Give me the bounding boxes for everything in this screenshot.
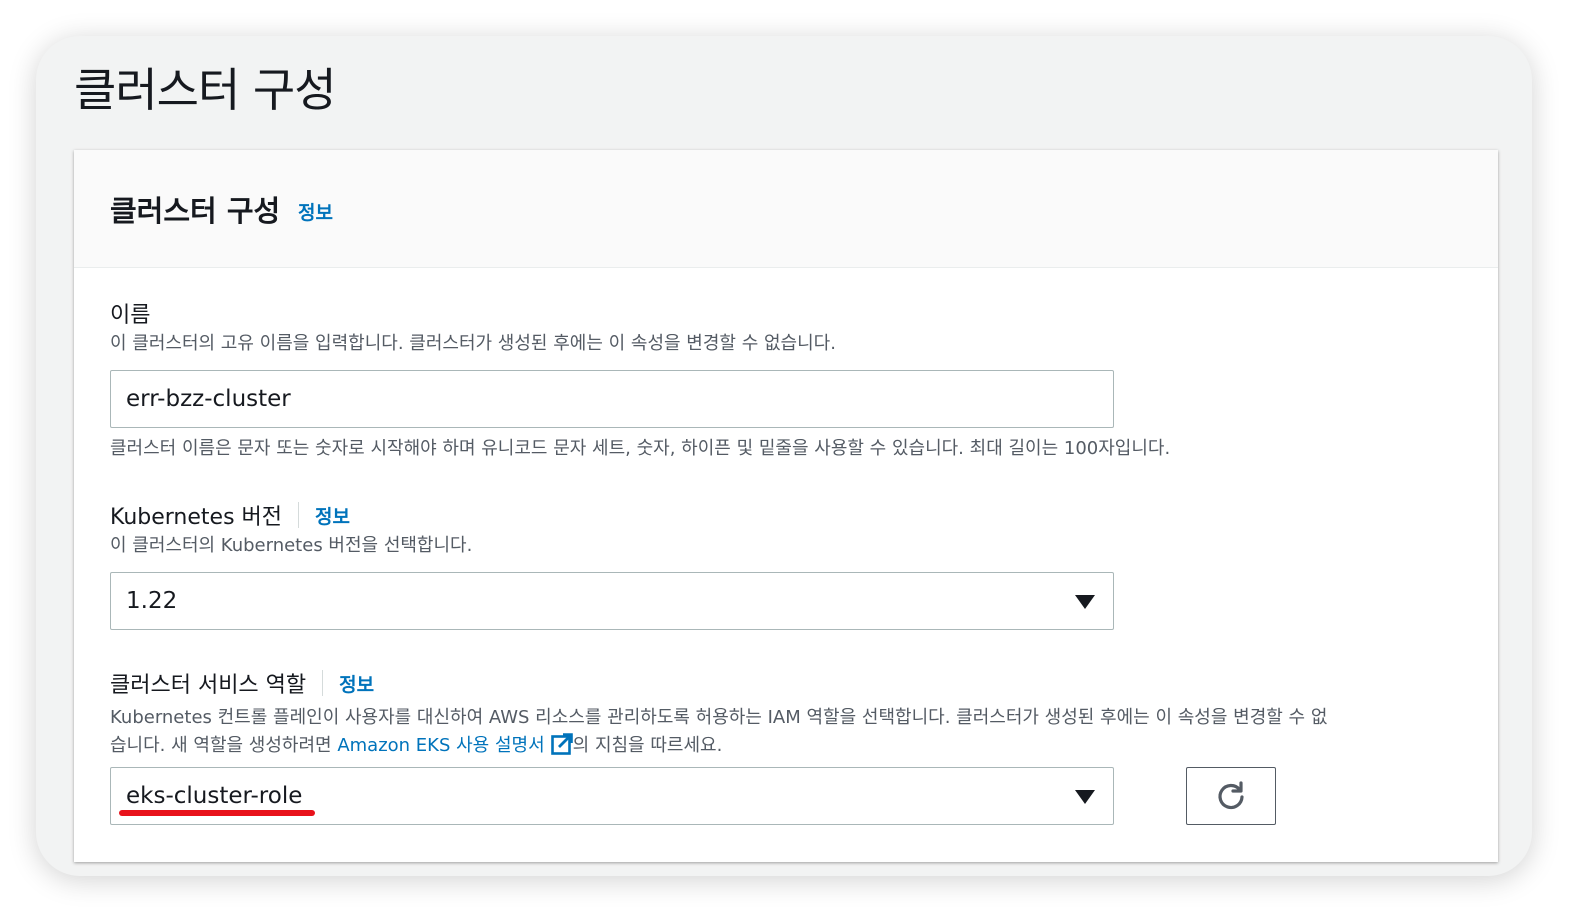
label-divider — [322, 670, 324, 696]
name-constraint: 클러스터 이름은 문자 또는 숫자로 시작해야 하며 유니코드 문자 세트, 숫… — [110, 438, 1171, 459]
version-field: Kubernetes 버전 정보 이 클러스터의 Kubernetes 버전을 … — [110, 500, 472, 560]
name-label: 이름 — [110, 303, 151, 328]
version-select[interactable]: 1.22 — [110, 572, 1114, 630]
role-select[interactable]: eks-cluster-role — [110, 767, 1114, 825]
refresh-icon — [1218, 781, 1244, 810]
panel-title: 클러스터 구성 — [110, 194, 281, 228]
name-input-wrapper: err-bzz-cluster — [110, 370, 1114, 428]
version-select-value: 1.22 — [126, 588, 178, 614]
name-input[interactable]: err-bzz-cluster — [110, 370, 1114, 428]
role-field: 클러스터 서비스 역할 정보 Kubernetes 컨트롤 플레인이 사용자를 … — [110, 668, 1470, 760]
version-description: 이 클러스터의 Kubernetes 버전을 선택합니다. — [110, 535, 473, 556]
role-description: Kubernetes 컨트롤 플레인이 사용자를 대신하여 AWS 리소스를 관… — [110, 704, 1470, 760]
caret-down-icon — [1075, 790, 1095, 804]
eks-user-guide-link[interactable]: Amazon EKS 사용 설명서 — [337, 735, 544, 756]
role-label: 클러스터 서비스 역할 — [110, 673, 307, 698]
role-description-line2: 습니다. 새 역할을 생성하려면 Amazon EKS 사용 설명서 의 지침을 … — [110, 732, 1470, 760]
name-field: 이름 이 클러스터의 고유 이름을 입력합니다. 클러스터가 생성된 후에는 이… — [110, 298, 836, 358]
caret-down-icon — [1075, 595, 1095, 609]
role-description-suffix: 의 지침을 따르세요. — [572, 735, 723, 756]
role-select-wrapper: eks-cluster-role — [110, 767, 1310, 827]
refresh-button[interactable] — [1186, 767, 1276, 825]
version-select-wrapper: 1.22 — [110, 572, 1114, 630]
label-divider — [298, 502, 300, 528]
panel-info-link[interactable]: 정보 — [298, 198, 333, 225]
window-frame: 클러스터 구성 클러스터 구성 정보 이름 이 클러스터의 고유 이름을 입력합… — [36, 36, 1532, 876]
name-input-value: err-bzz-cluster — [126, 386, 291, 412]
red-underline-annotation — [119, 810, 315, 816]
role-info-link[interactable]: 정보 — [339, 670, 374, 697]
role-description-line1: Kubernetes 컨트롤 플레인이 사용자를 대신하여 AWS 리소스를 관… — [110, 707, 1328, 728]
version-label: Kubernetes 버전 — [110, 505, 283, 530]
version-info-link[interactable]: 정보 — [315, 502, 350, 529]
cluster-config-panel: 클러스터 구성 정보 이름 이 클러스터의 고유 이름을 입력합니다. 클러스터… — [74, 150, 1498, 862]
name-description: 이 클러스터의 고유 이름을 입력합니다. 클러스터가 생성된 후에는 이 속성… — [110, 333, 836, 354]
role-description-prefix: 습니다. 새 역할을 생성하려면 — [110, 735, 338, 756]
role-select-value: eks-cluster-role — [126, 783, 303, 809]
panel-header: 클러스터 구성 정보 — [74, 150, 1498, 268]
page-title: 클러스터 구성 — [74, 63, 337, 117]
external-link-icon[interactable] — [550, 733, 573, 755]
